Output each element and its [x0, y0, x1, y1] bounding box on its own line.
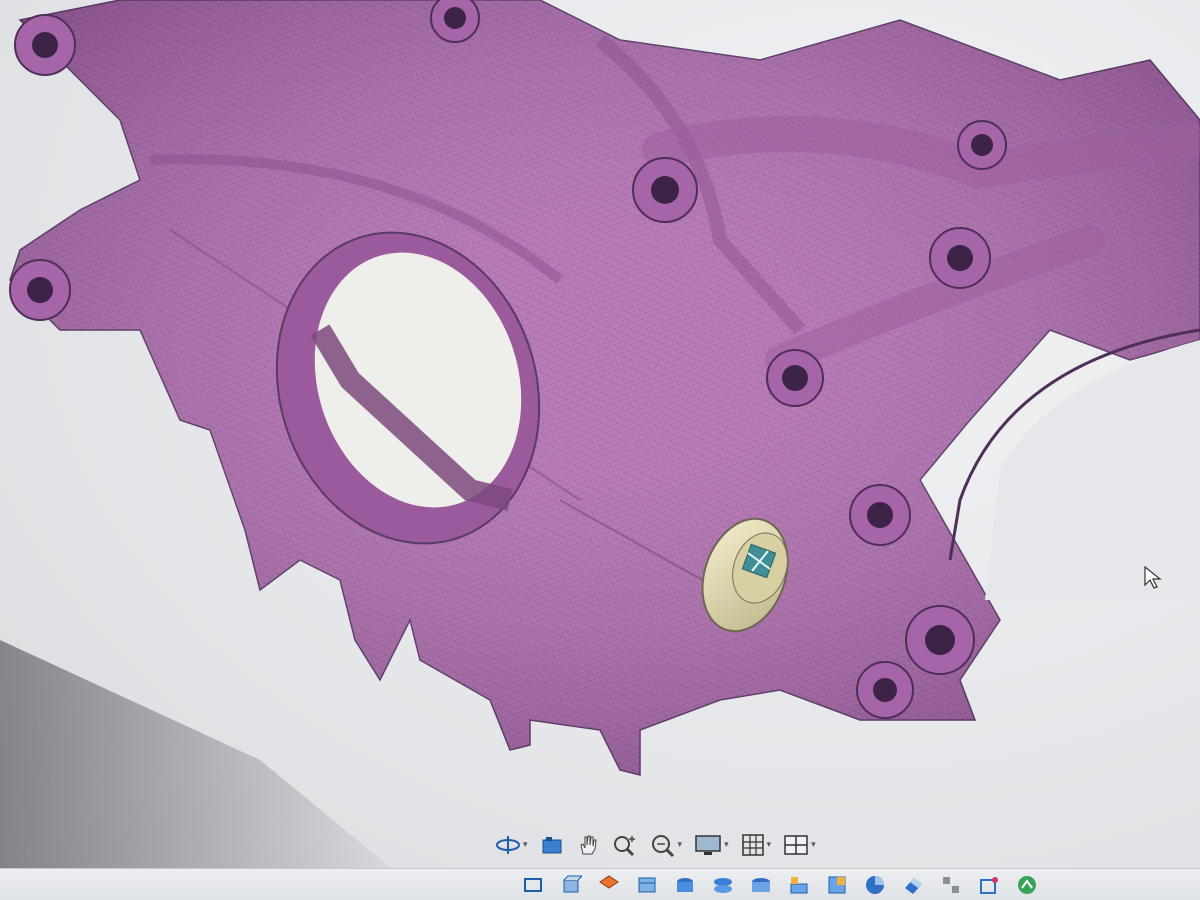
look-at-icon: [542, 837, 562, 854]
mesh-model-canvas[interactable]: [0, 0, 1200, 900]
orbit-dropdown-icon[interactable]: ▾: [523, 840, 528, 850]
shadow-shape: [0, 640, 430, 900]
display-settings-button[interactable]: ▾: [691, 827, 732, 863]
extrude-icon: [563, 875, 582, 892]
command-toolbar: [0, 868, 1200, 900]
grid-dropdown-icon[interactable]: ▾: [767, 840, 772, 850]
fit-zoom-dropdown-icon[interactable]: ▾: [678, 840, 683, 850]
box-button[interactable]: [596, 873, 622, 897]
fit-zoom-icon: [651, 835, 674, 857]
revolve-button[interactable]: [710, 873, 736, 897]
more-icon: [1018, 875, 1036, 894]
viewports-button[interactable]: ▾: [780, 827, 819, 863]
torus-icon: [677, 877, 693, 892]
align-button[interactable]: [938, 873, 964, 897]
shell-icon: [866, 875, 884, 894]
view-toolbar: ▾ ▾ ▾ ▾ ▾: [484, 822, 872, 868]
engine-cover-model[interactable]: [9, 0, 1200, 776]
shell-button[interactable]: [862, 873, 888, 897]
cutaway-shape: [985, 340, 1200, 600]
3d-viewport[interactable]: [0, 0, 1200, 900]
cylinder-icon: [638, 877, 656, 892]
select-button[interactable]: [976, 873, 1002, 897]
sketch-icon: [524, 877, 542, 892]
orbit-icon: [496, 836, 520, 854]
orbit-button[interactable]: ▾: [492, 827, 531, 863]
display-settings-dropdown-icon[interactable]: ▾: [724, 840, 729, 850]
grid-icon: [741, 834, 764, 856]
sphere-icon: [828, 876, 846, 893]
grid-button[interactable]: ▾: [738, 827, 775, 863]
look-at-button[interactable]: [537, 827, 567, 863]
sketch-button[interactable]: [520, 873, 546, 897]
combine-icon: [905, 877, 922, 894]
combine-button[interactable]: [900, 873, 926, 897]
cylinder-button[interactable]: [634, 873, 660, 897]
torus-button[interactable]: [672, 873, 698, 897]
display-settings-icon: [695, 835, 721, 855]
hole-button[interactable]: [748, 873, 774, 897]
viewports-icon: [784, 835, 808, 855]
hole-icon: [752, 877, 770, 892]
box-icon: [599, 874, 619, 889]
fit-zoom-button[interactable]: ▾: [647, 827, 686, 863]
sphere-button[interactable]: [824, 873, 850, 897]
pan-button[interactable]: [573, 827, 603, 863]
viewports-dropdown-icon[interactable]: ▾: [811, 840, 816, 850]
inspect-icon: [790, 876, 808, 893]
pan-hand-icon: [579, 835, 597, 855]
zoom-button[interactable]: [609, 827, 641, 863]
zoom-icon: [613, 836, 635, 857]
align-icon: [943, 876, 959, 893]
inspect-button[interactable]: [786, 873, 812, 897]
select-icon: [980, 876, 998, 894]
more-button[interactable]: [1014, 873, 1040, 897]
extrude-button[interactable]: [558, 873, 584, 897]
revolve-icon: [714, 877, 732, 893]
